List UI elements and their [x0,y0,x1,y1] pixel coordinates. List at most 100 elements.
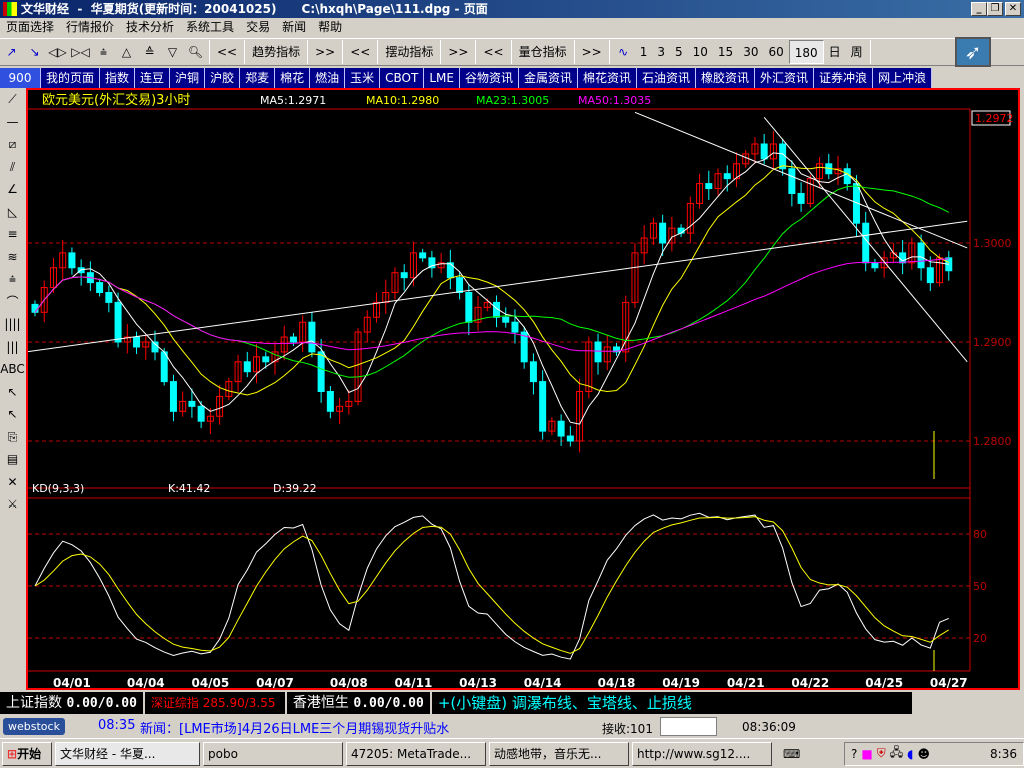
expand-icon[interactable]: ◁▷ [46,45,69,59]
down-icon[interactable]: ▽ [161,45,184,59]
minimize-button[interactable]: _ [971,2,987,16]
tab-0[interactable]: 900 [0,68,41,88]
line-up-icon[interactable]: ↗ [0,45,23,59]
up-icon[interactable]: △ [115,45,138,59]
volume-next-button[interactable]: >> [577,40,607,64]
line-down-icon[interactable]: ↘ [23,45,46,59]
menu-analysis[interactable]: 技术分析 [120,20,180,34]
hk-index[interactable]: 香港恒生 0.00/0.00 [286,692,430,714]
tab-1[interactable]: 我的页面 [41,68,101,88]
close-button[interactable]: ✕ [1005,2,1021,16]
date-label: 04/14 [524,676,562,690]
drawing-tool-icon-0[interactable]: ⟋ [8,88,16,111]
tab-11[interactable]: LME [424,68,460,88]
start-button[interactable]: ⊞开始 [2,741,52,766]
period-5[interactable]: 5 [670,40,688,64]
drawing-tool-icon-6[interactable]: ≡ [7,223,17,246]
tray-icon-help[interactable]: ? [851,747,857,761]
period-3[interactable]: 3 [652,40,670,64]
volume-indicator-button[interactable]: 量仓指标 [514,40,572,64]
drawing-tool-icon-12[interactable]: ABC [0,358,25,381]
drawing-tool-icon-2[interactable]: ⧄ [9,133,17,156]
menu-help[interactable]: 帮助 [312,20,348,34]
news-headline[interactable]: 新闻：[LME市场]4月26日LME三个月期锡现货升贴水 [140,718,449,737]
menu-page-select[interactable]: 页面选择 [0,20,60,34]
trend-next-button[interactable]: >> [310,40,340,64]
webstock-logo[interactable]: webstock [3,718,65,735]
tab-9[interactable]: 玉米 [345,68,381,88]
period-30[interactable]: 30 [738,40,763,64]
tab-8[interactable]: 燃油 [310,68,346,88]
tab-18[interactable]: 证券冲浪 [814,68,874,88]
menu-quotes[interactable]: 行情报价 [60,20,120,34]
candle-body [659,222,667,244]
keyboard-icon[interactable]: ⌨ [783,747,801,761]
period-1[interactable]: 1 [635,40,653,64]
drawing-tool-icon-18[interactable]: ⚔ [7,493,18,516]
tab-16[interactable]: 橡胶资讯 [696,68,756,88]
drawing-tool-icon-15[interactable]: ⎘ [8,426,18,449]
drawing-tool-icon-13[interactable]: ↖ [7,381,17,404]
tray-icon-volume[interactable]: ◖ [907,747,913,761]
trend-prev-button[interactable]: << [212,40,242,64]
task-wenhua[interactable]: 文华财经 - 华夏... [55,741,200,766]
period-60[interactable]: 60 [763,40,788,64]
tab-14[interactable]: 棉花资讯 [577,68,637,88]
period-10[interactable]: 10 [688,40,713,64]
tab-13[interactable]: 金属资讯 [518,68,578,88]
line-chart-icon[interactable]: ∿ [612,45,635,59]
tray-icon-app[interactable]: ■ [861,747,872,761]
menu-news[interactable]: 新闻 [276,20,312,34]
menu-trade[interactable]: 交易 [240,20,276,34]
swing-next-button[interactable]: >> [443,40,473,64]
scale-icon[interactable]: ≙ [138,45,161,59]
tab-6[interactable]: 郑麦 [240,68,276,88]
drawing-tool-icon-8[interactable]: ⩮ [9,268,16,291]
task-browser-2[interactable]: http://www.sg12.... [632,741,772,766]
drawing-tool-icon-16[interactable]: ▤ [7,448,18,471]
tray-icon-qq[interactable]: ☻ [917,747,930,761]
task-browser-1[interactable]: 动感地带，音乐无... [489,741,629,766]
menu-tools[interactable]: 系统工具 [180,20,240,34]
drawing-tool-icon-17[interactable]: ✕ [7,471,17,494]
tab-19[interactable]: 网上冲浪 [873,68,933,88]
period-180[interactable]: 180 [788,40,824,64]
restore-button[interactable]: ❐ [987,2,1003,16]
tab-10[interactable]: CBOT [380,68,425,88]
sh-index[interactable]: 上证指数 0.00/0.00 [0,692,143,714]
tray-icon-network[interactable]: 🖧︎ [890,743,903,764]
zoom-icon[interactable]: 🔍︎ [184,45,207,59]
swing-prev-button[interactable]: << [345,40,375,64]
period-week[interactable]: 周 [846,40,868,64]
task-metatrader[interactable]: 47205: MetaTrade... [346,741,486,766]
tab-3[interactable]: 连豆 [135,68,171,88]
period-day[interactable]: 日 [824,40,846,64]
zoom-y-icon[interactable]: ⩮ [92,45,115,60]
drawing-tool-icon-9[interactable]: ⌒ [6,291,18,314]
sz-index[interactable]: 深证综指 285.90/3.55 [144,692,285,714]
tab-17[interactable]: 外汇资讯 [755,68,815,88]
tab-7[interactable]: 棉花 [275,68,311,88]
trend-indicator-button[interactable]: 趋势指标 [247,40,305,64]
drawing-tool-icon-10[interactable]: |||| [4,313,20,336]
drawing-tool-icon-5[interactable]: ◺ [8,201,17,224]
tab-12[interactable]: 谷物资讯 [459,68,519,88]
drawing-tool-icon-7[interactable]: ≋ [7,246,17,269]
drawing-tool-icon-1[interactable]: — [7,111,19,134]
drawing-tool-icon-14[interactable]: ↖ [7,403,17,426]
tab-5[interactable]: 沪胶 [205,68,241,88]
period-15[interactable]: 15 [713,40,738,64]
volume-prev-button[interactable]: << [478,40,508,64]
tab-15[interactable]: 石油资讯 [637,68,697,88]
swing-indicator-button[interactable]: 摆动指标 [380,40,438,64]
tray-icon-shield[interactable]: ⛨ [877,746,886,761]
drawing-tool-icon-4[interactable]: ∠ [7,178,18,201]
price-chart[interactable]: 欧元美元(外汇交易)3小时 MA5:1.2971 MA10:1.2980 MA23:1… [26,88,1020,690]
drawing-tool-icon-3[interactable]: ⫽ [10,156,15,179]
tab-4[interactable]: 沪铜 [170,68,206,88]
drawing-tool-icon-11[interactable]: ||| [6,336,18,359]
receive-input[interactable] [660,717,717,736]
shrink-icon[interactable]: ▷◁ [69,45,92,59]
tab-2[interactable]: 指数 [100,68,136,88]
task-pobo[interactable]: pobo [203,741,343,766]
